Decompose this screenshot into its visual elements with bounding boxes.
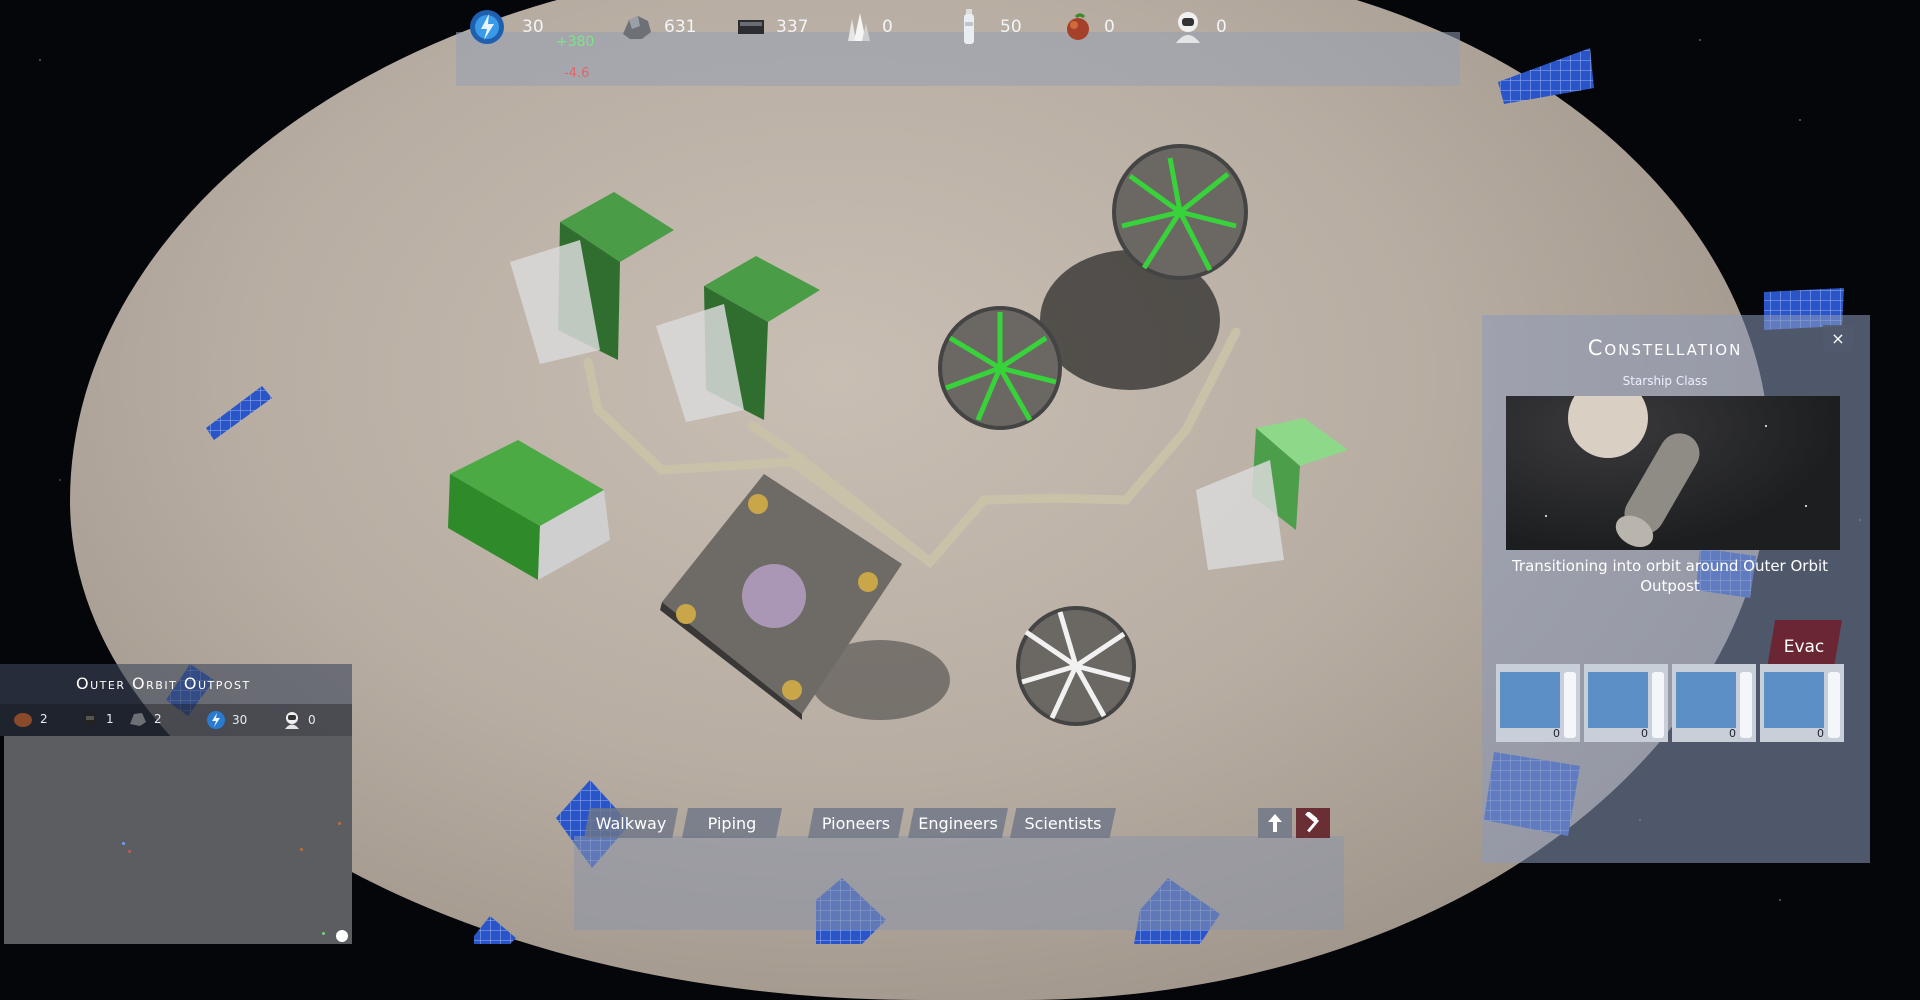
hammer-icon: [1302, 812, 1324, 834]
scientist-icon: [128, 710, 148, 728]
cargo-slot-count: 0: [1817, 727, 1824, 740]
resource-food[interactable]: 0: [1062, 0, 1115, 54]
energy-loss: -4.6: [564, 66, 590, 81]
solar-panel[interactable]: [474, 916, 516, 944]
habitat-module[interactable]: [656, 256, 820, 422]
ship-status: Transitioning into orbit around Outer Or…: [1511, 557, 1829, 595]
tab-scientists[interactable]: Scientists: [1010, 808, 1116, 838]
minimap-stats: 2 1 2 30 0: [0, 704, 352, 736]
stat-scientists-value: 2: [154, 712, 162, 726]
resource-crew[interactable]: 0: [1170, 0, 1227, 54]
ship-name: Constellation: [1587, 336, 1743, 360]
cargo-slot-count: 0: [1729, 727, 1736, 740]
astronaut-icon: [282, 710, 302, 730]
cargo-slot-bar: [1740, 672, 1752, 738]
cargo-slot[interactable]: 0: [1672, 664, 1756, 742]
cargo-slot-bar: [1828, 672, 1840, 738]
pioneer-icon: [12, 710, 34, 728]
cargo-slot-count: 0: [1641, 727, 1648, 740]
crystal-value: 0: [882, 17, 893, 37]
tab-walkway[interactable]: Walkway: [584, 808, 678, 838]
resource-crystal[interactable]: 0: [844, 0, 893, 54]
cargo-slot-fill: [1588, 672, 1648, 728]
habitat-module[interactable]: [1196, 418, 1348, 570]
metal-value: 337: [776, 17, 809, 37]
minimap-marker: [300, 848, 303, 851]
resource-energy[interactable]: 30: [468, 0, 544, 54]
cargo-slot-fill: [1676, 672, 1736, 728]
stat-pioneers: 2: [12, 710, 48, 728]
stat-pioneers-value: 2: [40, 712, 48, 726]
habitat-module[interactable]: [510, 192, 674, 364]
cargo-slot-count: 0: [1553, 727, 1560, 740]
ore-rock-icon: [620, 12, 654, 42]
energy-gain: +380: [556, 34, 595, 50]
cargo-slot-fill: [1764, 672, 1824, 728]
energy-orb-icon: [206, 710, 226, 730]
tab-piping[interactable]: Piping: [682, 808, 782, 838]
stat-crew: 0: [282, 710, 316, 730]
white-turbine[interactable]: [1016, 606, 1136, 726]
cargo-slot[interactable]: 0: [1760, 664, 1844, 742]
stat-engineers-value: 1: [106, 712, 114, 726]
minimap-camera-marker[interactable]: [336, 930, 348, 942]
cargo-slot[interactable]: 0: [1584, 664, 1668, 742]
minimap-panel: Outer Orbit Outpost 2 1 2 30 0: [0, 664, 352, 944]
resource-metal[interactable]: 337: [736, 0, 808, 54]
generator-module[interactable]: [448, 440, 610, 580]
minimap-view[interactable]: [4, 736, 352, 944]
cargo-slots: 0 0 0 0: [1496, 664, 1852, 744]
cargo-slot-fill: [1500, 672, 1560, 728]
tab-pioneers[interactable]: Pioneers: [808, 808, 904, 838]
water-bottle-icon: [962, 8, 976, 46]
engineer-icon: [80, 710, 100, 728]
minimap-marker: [322, 932, 325, 935]
minimap-title: Outer Orbit Outpost: [76, 674, 251, 693]
solar-panel[interactable]: [206, 386, 272, 440]
astronaut-icon: [1170, 9, 1206, 45]
tab-engineers[interactable]: Engineers: [908, 808, 1008, 838]
build-panel: [574, 836, 1344, 930]
ore-value: 631: [664, 17, 697, 37]
water-value: 50: [1000, 17, 1022, 37]
minimap-marker: [122, 842, 125, 845]
crew-value: 0: [1216, 17, 1227, 37]
green-turbine[interactable]: [1112, 144, 1248, 280]
energy-orb-icon: [468, 8, 506, 46]
stat-energy: 30: [206, 710, 247, 730]
metal-bar-icon: [736, 16, 766, 38]
stat-engineers: 1: [80, 710, 114, 728]
arrow-up-icon: [1267, 813, 1283, 833]
food-value: 0: [1104, 17, 1115, 37]
ship-preview-image: [1506, 396, 1840, 550]
resource-water[interactable]: 50: [962, 0, 1022, 54]
cargo-slot-bar: [1564, 672, 1576, 738]
cargo-slot[interactable]: 0: [1496, 664, 1580, 742]
build-button[interactable]: [1296, 808, 1330, 838]
solar-panel[interactable]: [1498, 48, 1594, 104]
cargo-slot-bar: [1652, 672, 1664, 738]
resource-ore[interactable]: 631: [620, 0, 696, 54]
resource-bar: [456, 32, 1460, 86]
stat-crew-value: 0: [308, 713, 316, 727]
food-icon: [1062, 11, 1094, 43]
crystal-icon: [844, 11, 872, 43]
minimap-marker: [338, 822, 341, 825]
stat-scientists: 2: [128, 710, 162, 728]
minimap-marker: [128, 850, 131, 853]
energy-value: 30: [522, 17, 544, 37]
green-turbine[interactable]: [938, 306, 1062, 430]
ship-class: Starship Class: [1622, 374, 1708, 388]
stat-energy-value: 30: [232, 713, 248, 727]
upgrade-button[interactable]: [1258, 808, 1292, 838]
